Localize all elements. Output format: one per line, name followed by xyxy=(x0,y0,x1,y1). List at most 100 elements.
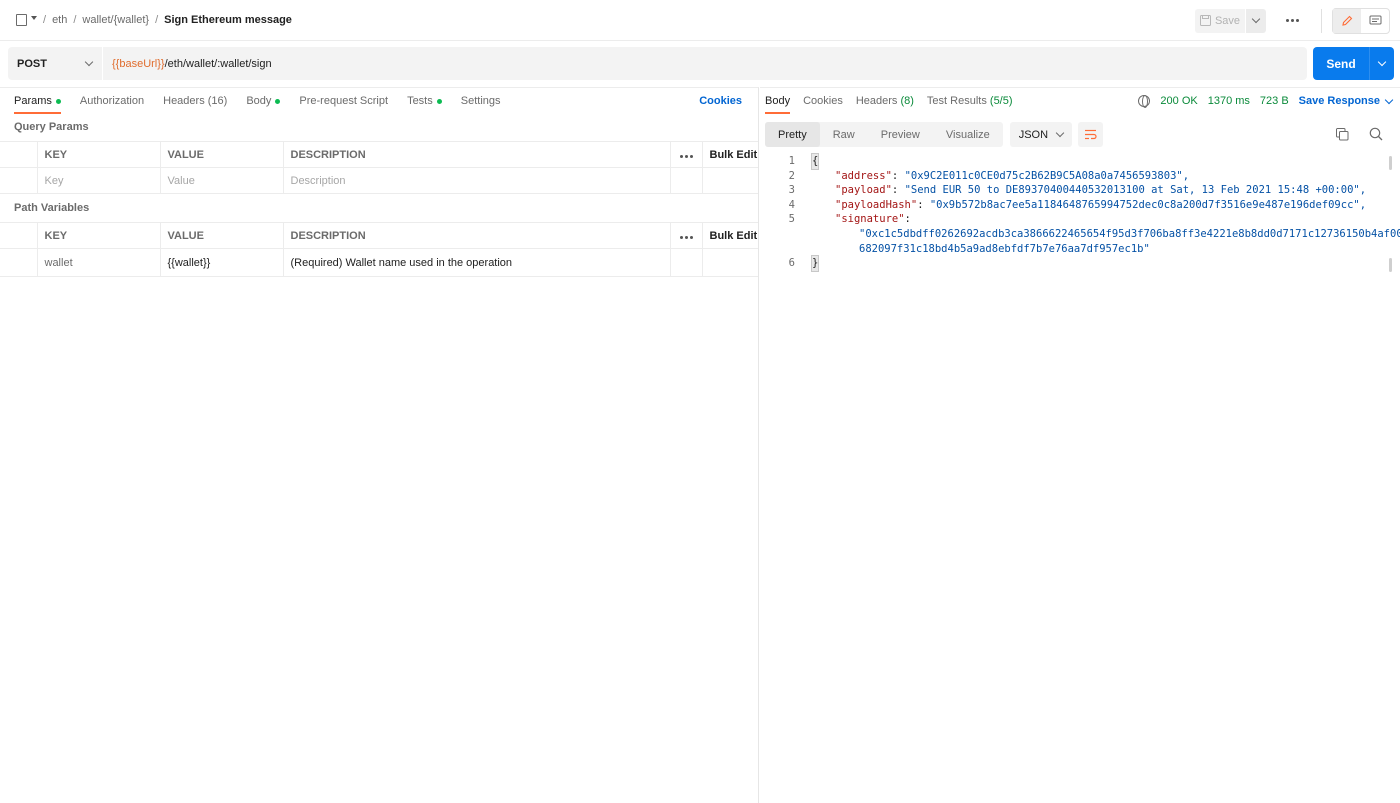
url-variable: {{baseUrl}} xyxy=(112,57,165,70)
save-response-button[interactable]: Save Response xyxy=(1299,95,1394,107)
save-options-button[interactable] xyxy=(1246,8,1266,33)
save-button[interactable]: Save xyxy=(1195,8,1245,33)
cookies-link[interactable]: Cookies xyxy=(699,95,742,107)
send-options-button[interactable] xyxy=(1369,47,1394,80)
response-tabs: Body Cookies Headers (8) Test Results (5… xyxy=(760,88,1400,114)
tab-label: Headers xyxy=(855,95,898,107)
bulk-edit-button[interactable]: Bulk Edit xyxy=(701,222,758,249)
tab-authorization[interactable]: Authorization xyxy=(80,88,144,114)
tab-response-cookies[interactable]: Cookies xyxy=(803,88,843,114)
view-mode-visualize[interactable]: Visualize xyxy=(933,122,1003,147)
globe-icon[interactable] xyxy=(1138,95,1151,108)
tab-body[interactable]: Body xyxy=(246,88,281,114)
value-cell[interactable]: {{wallet}} xyxy=(159,248,284,277)
method-select[interactable]: POST xyxy=(8,47,102,80)
more-options-icon[interactable] xyxy=(679,154,693,158)
json-field-signature: "signature": xyxy=(835,213,911,226)
json-key: "address" xyxy=(835,169,892,182)
tab-tests[interactable]: Tests xyxy=(407,88,442,114)
search-icon[interactable] xyxy=(1369,127,1383,141)
wrap-lines-icon xyxy=(1084,129,1097,140)
request-pane: Params Authorization Headers (16) Body P… xyxy=(0,87,759,803)
save-label: Save xyxy=(1214,14,1241,27)
table-row: wallet {{wallet}} (Required) Wallet name… xyxy=(0,248,758,277)
tab-params[interactable]: Params xyxy=(14,88,61,114)
breadcrumb-item-eth[interactable]: eth xyxy=(52,14,67,26)
column-value: VALUE xyxy=(159,222,284,249)
key-input[interactable]: Key xyxy=(36,167,161,194)
key-cell[interactable]: wallet xyxy=(36,248,161,277)
table-row: Key Value Description xyxy=(0,167,758,194)
description-input[interactable]: Description xyxy=(282,167,671,194)
chevron-down-icon xyxy=(84,57,94,67)
tab-response-body[interactable]: Body xyxy=(765,88,791,114)
send-group: Send xyxy=(1313,47,1394,80)
path-variables-table: KEY VALUE DESCRIPTION Bulk Edit wallet {… xyxy=(0,222,758,277)
request-doc-icon[interactable] xyxy=(16,14,27,26)
more-options-icon[interactable] xyxy=(679,235,693,239)
scrollbar-marker[interactable] xyxy=(1389,258,1392,272)
row-checkbox[interactable] xyxy=(0,248,38,277)
query-params-table: KEY VALUE DESCRIPTION Bulk Edit Key Valu… xyxy=(0,141,758,194)
tab-count: (5/5) xyxy=(989,95,1013,107)
json-key: "payload" xyxy=(835,184,892,197)
tab-settings[interactable]: Settings xyxy=(461,88,501,114)
indicator-dot xyxy=(436,98,442,104)
line-number: 6 xyxy=(788,257,795,270)
tab-prerequest-script[interactable]: Pre-request Script xyxy=(299,88,388,114)
status-code[interactable]: 200 OK xyxy=(1160,95,1197,107)
breadcrumb-item-wallet[interactable]: wallet/{wallet} xyxy=(82,14,149,26)
response-view-bar: Pretty Raw Preview Visualize JSON xyxy=(765,122,1103,147)
code-line: 3 "payload": "Send EUR 50 to DE8937040044… xyxy=(760,183,1400,198)
response-body-editor[interactable]: 1{ 2 "address": "0x9C2E011c0CE0d75c2B62B9… xyxy=(760,153,1400,272)
caret-down-icon[interactable] xyxy=(31,16,37,20)
checkbox-column xyxy=(0,222,38,249)
response-size[interactable]: 723 B xyxy=(1260,95,1289,107)
edit-mode-button[interactable] xyxy=(1333,8,1361,33)
scrollbar-marker[interactable] xyxy=(1389,156,1392,170)
send-button[interactable]: Send xyxy=(1313,47,1369,80)
tab-label: Pre-request Script xyxy=(299,95,389,107)
description-cell[interactable]: (Required) Wallet name used in the opera… xyxy=(282,248,671,277)
tab-test-results[interactable]: Test Results (5/5) xyxy=(927,88,1013,114)
chevron-down-icon xyxy=(1384,95,1394,104)
row-checkbox[interactable] xyxy=(0,167,38,194)
comments-button[interactable] xyxy=(1361,9,1389,33)
more-options-icon[interactable] xyxy=(1286,19,1299,22)
indicator-dot xyxy=(55,98,61,104)
column-key: KEY xyxy=(36,141,161,168)
column-options[interactable] xyxy=(669,141,703,168)
copy-icon[interactable] xyxy=(1336,127,1349,141)
json-value: "0x9C2E011c0CE0d75c2B62B9C5A08a0a7456593… xyxy=(904,169,1190,182)
code-line: 2 "address": "0x9C2E011c0CE0d75c2B62B9C5A… xyxy=(760,169,1400,184)
response-time[interactable]: 1370 ms xyxy=(1208,95,1250,107)
value-input[interactable]: Value xyxy=(159,167,284,194)
table-header-row: KEY VALUE DESCRIPTION Bulk Edit xyxy=(0,222,758,249)
top-bar: / eth / wallet/{wallet} / Sign Ethereum … xyxy=(0,0,1400,41)
request-title[interactable]: Sign Ethereum message xyxy=(164,14,292,26)
code-line: 1{ xyxy=(760,153,1400,170)
url-input[interactable]: {{baseUrl}}/eth/wallet/:wallet/sign xyxy=(103,47,1307,80)
json-close-brace: } xyxy=(810,255,820,272)
bulk-edit-button[interactable]: Bulk Edit xyxy=(701,141,758,168)
row-spacer xyxy=(701,167,758,194)
tab-label: Tests xyxy=(407,95,433,107)
code-line: 5 "signature": xyxy=(760,212,1400,227)
chevron-down-icon xyxy=(1055,128,1064,138)
row-spacer xyxy=(701,248,758,277)
tab-label: Params xyxy=(14,95,52,107)
tab-headers[interactable]: Headers (16) xyxy=(163,88,227,114)
view-mode-pretty[interactable]: Pretty xyxy=(765,122,820,147)
code-line: 6} xyxy=(760,255,1400,272)
json-key: "payloadHash" xyxy=(835,198,918,211)
view-mode-raw[interactable]: Raw xyxy=(820,122,868,147)
wrap-lines-button[interactable] xyxy=(1077,122,1103,147)
format-select[interactable]: JSON xyxy=(1009,122,1072,147)
line-number: 4 xyxy=(788,198,795,211)
column-description: DESCRIPTION xyxy=(282,141,671,168)
tab-label: Body xyxy=(246,95,272,107)
view-mode-preview[interactable]: Preview xyxy=(868,122,933,147)
json-open-brace: { xyxy=(810,153,820,170)
column-options[interactable] xyxy=(669,222,703,249)
tab-response-headers[interactable]: Headers (8) xyxy=(856,88,914,114)
